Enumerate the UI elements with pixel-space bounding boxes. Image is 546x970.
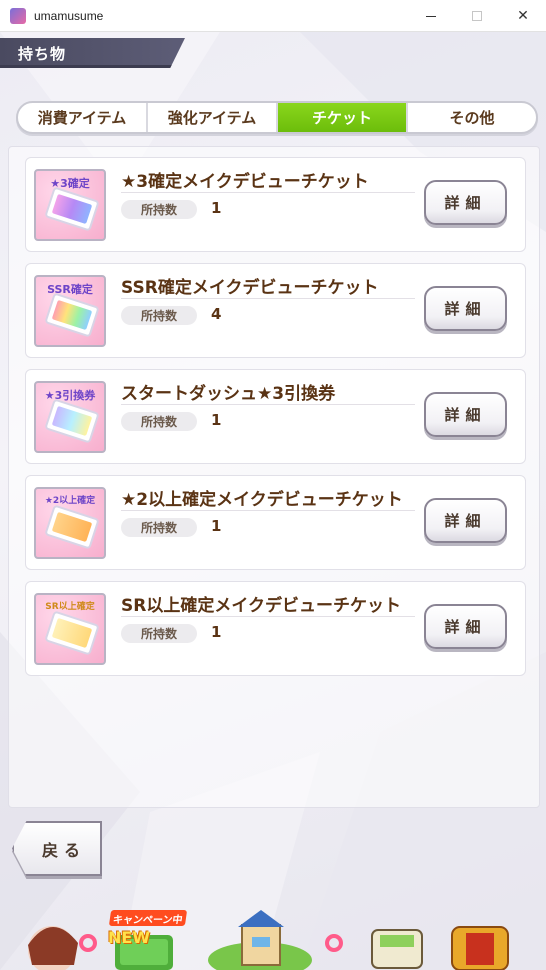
detail-button[interactable]: 詳細 xyxy=(424,604,507,649)
icon-label: SSR確定 xyxy=(47,283,93,296)
ticket-card-graphic xyxy=(44,292,100,338)
list-item: SR以上確定 SR以上確定メイクデビューチケット 所持数 1 詳細 xyxy=(25,581,526,676)
window-titlebar: umamusume ✕ xyxy=(0,0,546,32)
tab-enhancement[interactable]: 強化アイテム xyxy=(148,103,278,132)
quantity-label: 所持数 xyxy=(121,306,197,325)
bus-nav-icon[interactable] xyxy=(371,929,423,969)
item-name: ★3確定メイクデビューチケット xyxy=(121,172,369,192)
quantity-value: 1 xyxy=(211,199,222,217)
quantity-value: 1 xyxy=(211,623,222,641)
window-title: umamusume xyxy=(34,8,104,23)
quantity-label: 所持数 xyxy=(121,200,197,219)
divider xyxy=(121,192,415,193)
category-tabs: 消費アイテム 強化アイテム チケット その他 xyxy=(16,101,538,134)
back-button[interactable]: 戻る xyxy=(12,821,102,876)
new-badge: NEW xyxy=(108,928,150,947)
item-name: SR以上確定メイクデビューチケット xyxy=(121,596,401,616)
detail-button[interactable]: 詳細 xyxy=(424,392,507,437)
list-item: ★3引換券 スタートダッシュ★3引換券 所持数 1 詳細 xyxy=(25,369,526,464)
icon-label: ★2以上確定 xyxy=(44,496,96,506)
close-icon: ✕ xyxy=(517,8,529,24)
quantity-label: 所持数 xyxy=(121,518,197,537)
ticket-gold-icon: SR以上確定 xyxy=(34,593,106,665)
tab-consumables[interactable]: 消費アイテム xyxy=(18,103,148,132)
quantity-value: 1 xyxy=(211,517,222,535)
ticket-purple-icon: ★3確定 xyxy=(34,169,106,241)
divider xyxy=(121,616,415,617)
tab-other[interactable]: その他 xyxy=(408,103,536,132)
app-icon xyxy=(10,7,26,24)
list-item: SSR確定 SSR確定メイクデビューチケット 所持数 4 詳細 xyxy=(25,263,526,358)
icon-label: SR以上確定 xyxy=(45,602,95,612)
detail-button[interactable]: 詳細 xyxy=(424,180,507,225)
maximize-button[interactable] xyxy=(454,0,500,32)
tab-tickets[interactable]: チケット xyxy=(278,103,408,132)
ticket-orange-icon: ★2以上確定 xyxy=(34,487,106,559)
ticket-rainbow-icon: SSR確定 xyxy=(34,275,106,347)
divider xyxy=(121,510,415,511)
quantity-value: 1 xyxy=(211,411,222,429)
detail-button[interactable]: 詳細 xyxy=(424,286,507,331)
minimize-icon xyxy=(426,15,436,17)
divider xyxy=(121,404,415,405)
ticket-stars-icon: ★3引換券 xyxy=(34,381,106,453)
shield-nav-icon[interactable] xyxy=(451,926,509,970)
icon-label: ★3確定 xyxy=(50,177,90,190)
ticket-card-graphic xyxy=(44,610,100,656)
close-button[interactable]: ✕ xyxy=(500,0,546,32)
list-item: ★3確定 ★3確定メイクデビューチケット 所持数 1 詳細 xyxy=(25,157,526,252)
detail-button[interactable]: 詳細 xyxy=(424,498,507,543)
quantity-label: 所持数 xyxy=(121,412,197,431)
maximize-icon xyxy=(472,11,482,21)
ticket-card-graphic xyxy=(44,186,100,232)
divider xyxy=(121,298,415,299)
character-nav-icon[interactable] xyxy=(28,926,97,970)
ticket-card-graphic xyxy=(44,398,100,444)
page-title: 持ち物 xyxy=(18,45,67,63)
ticket-card-graphic xyxy=(44,504,100,550)
item-name: ★2以上確定メイクデビューチケット xyxy=(121,490,403,510)
campaign-badge: キャンペーン中 xyxy=(108,910,188,926)
item-name: SSR確定メイクデビューチケット xyxy=(121,278,379,298)
school-nav-icon[interactable] xyxy=(208,910,343,970)
quantity-label: 所持数 xyxy=(121,624,197,643)
list-item: ★2以上確定 ★2以上確定メイクデビューチケット 所持数 1 詳細 xyxy=(25,475,526,570)
icon-label: ★3引換券 xyxy=(44,389,96,402)
quantity-value: 4 xyxy=(211,305,222,323)
minimize-button[interactable] xyxy=(408,0,454,32)
item-name: スタートダッシュ★3引換券 xyxy=(121,384,336,404)
bottom-nav xyxy=(28,910,509,970)
